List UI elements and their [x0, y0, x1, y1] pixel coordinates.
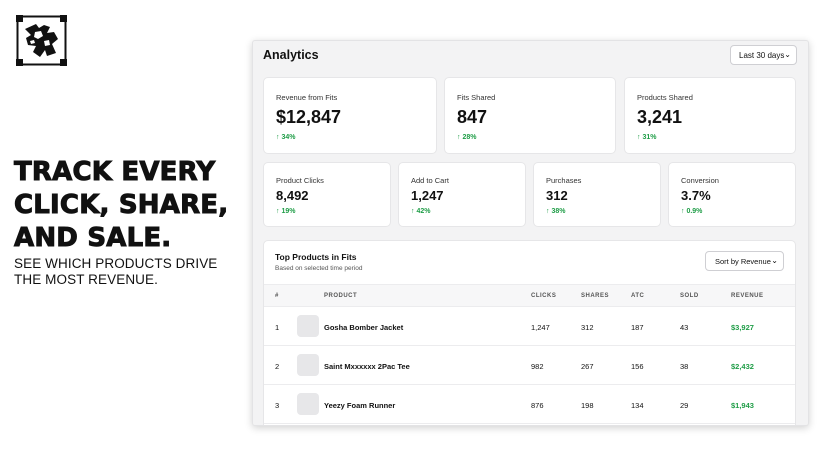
row-sold: 29	[680, 401, 689, 410]
row-revenue: $3,927	[731, 323, 754, 332]
marketing-headline: TRACK EVERY CLICK, SHARE, AND SALE.	[14, 156, 246, 255]
headline-line: AND SALE.	[14, 223, 172, 254]
metric-value: 3.7%	[681, 188, 711, 203]
metric-label: Conversion	[681, 176, 719, 185]
metric-delta: ↑ 31%	[637, 134, 657, 141]
column-header-shares: SHARES	[581, 293, 610, 299]
row-sold: 43	[680, 323, 689, 332]
headline-line: TRACK EVERY	[14, 157, 216, 188]
row-sold: 38	[680, 362, 689, 371]
column-header-atc: ATC	[631, 293, 645, 299]
row-atc: 134	[631, 401, 644, 410]
top-products-panel: Top Products in Fits Based on selected t…	[263, 240, 796, 425]
brand-logo	[16, 15, 67, 66]
panel-subtitle: Based on selected time period	[275, 265, 363, 272]
sort-select-value: Sort by Revenue	[715, 256, 771, 266]
row-shares: 198	[581, 401, 594, 410]
metric-card-product-clicks: Product Clicks 8,492 ↑ 19%	[263, 162, 391, 227]
metric-value: 1,247	[411, 188, 444, 203]
metric-card-purchases: Purchases 312 ↑ 38%	[533, 162, 661, 227]
column-header-revenue: REVENUE	[731, 293, 764, 299]
metric-value: 8,492	[276, 188, 309, 203]
metric-value: $12,847	[276, 107, 342, 127]
row-rank: 1	[275, 323, 280, 332]
row-shares: 267	[581, 362, 594, 371]
table-row[interactable]: 2 Saint Mxxxxxx 2Pac Tee 982 267 156 38 …	[264, 346, 795, 385]
product-name: Gosha Bomber Jacket	[324, 323, 404, 332]
metric-card-conversion: Conversion 3.7% ↑ 0.9%	[668, 162, 796, 227]
metric-label: Revenue from Fits	[276, 93, 338, 102]
metric-card-add-to-cart: Add to Cart 1,247 ↑ 42%	[398, 162, 526, 227]
metric-card-products-shared: Products Shared 3,241 ↑ 31%	[624, 77, 796, 154]
product-thumbnail	[297, 315, 319, 337]
chevron-down-icon: ⌄	[784, 50, 791, 59]
metric-value: 312	[546, 188, 568, 203]
metric-label: Add to Cart	[411, 176, 449, 185]
date-range-value: Last 30 days	[739, 50, 785, 60]
row-atc: 187	[631, 323, 644, 332]
row-rank: 3	[275, 401, 280, 410]
row-clicks: 876	[531, 401, 544, 410]
date-range-select[interactable]: Last 30 days ⌄	[730, 45, 797, 65]
product-name: Yeezy Foam Runner	[324, 401, 396, 410]
metric-delta: ↑ 28%	[457, 134, 477, 141]
headline-line: CLICK, SHARE,	[14, 190, 229, 221]
row-clicks: 982	[531, 362, 544, 371]
metric-label: Fits Shared	[457, 93, 496, 102]
metric-delta: ↑ 19%	[276, 208, 296, 215]
metric-delta: ↑ 42%	[411, 208, 431, 215]
metric-delta: ↑ 0.9%	[681, 208, 703, 215]
row-revenue: $1,943	[731, 401, 754, 410]
column-header-rank: #	[275, 293, 279, 299]
column-header-sold: SOLD	[680, 293, 699, 299]
row-atc: 156	[631, 362, 644, 371]
table-row[interactable]: 3 Yeezy Foam Runner 876 198 134 29 $1,94…	[264, 385, 795, 424]
subline-line: SEE WHICH PRODUCTS DRIVE	[14, 256, 218, 271]
sort-select[interactable]: Sort by Revenue ⌄	[705, 251, 784, 271]
product-thumbnail	[297, 393, 319, 415]
column-header-product: PRODUCT	[324, 293, 358, 299]
marketing-subline: SEE WHICH PRODUCTS DRIVE THE MOST REVENU…	[14, 256, 244, 287]
metric-delta: ↑ 38%	[546, 208, 566, 215]
subline-line: THE MOST REVENUE.	[14, 271, 158, 287]
product-thumbnail	[297, 354, 319, 376]
panel-title: Top Products in Fits	[275, 252, 357, 262]
metric-label: Product Clicks	[276, 176, 324, 185]
page-title: Analytics	[263, 48, 319, 62]
metric-label: Purchases	[546, 176, 582, 185]
analytics-window: Analytics Last 30 days ⌄ Revenue from Fi…	[252, 40, 809, 426]
metric-label: Products Shared	[637, 93, 693, 102]
row-rank: 2	[275, 362, 280, 371]
column-header-clicks: CLICKS	[531, 293, 557, 299]
row-clicks: 1,247	[531, 323, 550, 332]
row-shares: 312	[581, 323, 594, 332]
table-header: # PRODUCT CLICKS SHARES ATC SOLD REVENUE	[264, 284, 795, 307]
metric-delta: ↑ 34%	[276, 134, 296, 141]
metric-card-revenue: Revenue from Fits $12,847 ↑ 34%	[263, 77, 437, 154]
metric-card-fits-shared: Fits Shared 847 ↑ 28%	[444, 77, 616, 154]
metric-value: 847	[457, 107, 488, 127]
chevron-down-icon: ⌄	[771, 256, 778, 265]
table-row[interactable]: 1 Gosha Bomber Jacket 1,247 312 187 43 $…	[264, 307, 795, 346]
metric-value: 3,241	[637, 107, 683, 127]
row-revenue: $2,432	[731, 362, 754, 371]
product-name: Saint Mxxxxxx 2Pac Tee	[324, 362, 410, 371]
